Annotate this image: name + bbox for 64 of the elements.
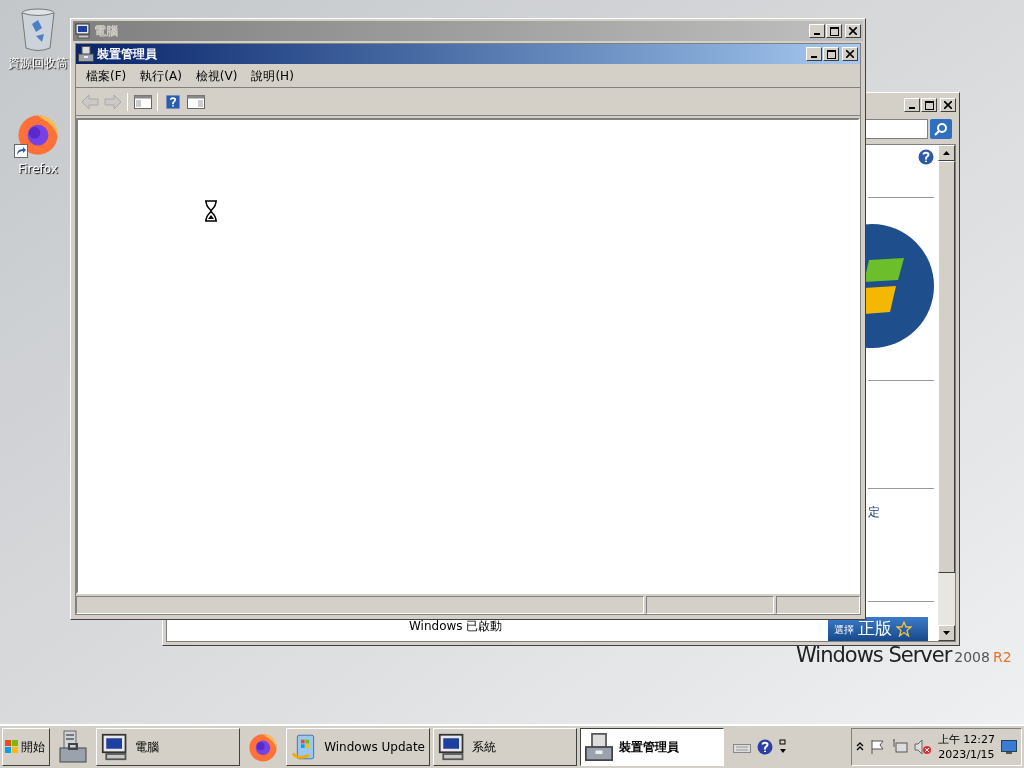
desktop-icon-label[interactable]: 資源回收筒 — [8, 54, 68, 72]
maximize-button[interactable] — [826, 24, 842, 38]
minimize-button[interactable] — [806, 47, 822, 61]
back-arrow-icon — [80, 93, 99, 110]
minimize-button[interactable] — [809, 24, 825, 38]
server-toolbox-icon — [58, 730, 88, 764]
muted-speaker-icon[interactable] — [913, 739, 932, 755]
toolbox-icon — [585, 733, 613, 761]
window-title: 電腦 — [94, 23, 119, 40]
search-button[interactable] — [930, 119, 952, 139]
activation-status: Windows 已啟動 — [409, 618, 504, 635]
menu-item[interactable]: 說明(H) — [245, 66, 300, 85]
help-icon[interactable] — [918, 149, 934, 165]
windows-flag-icon — [5, 740, 19, 754]
taskbar-button[interactable]: Windows Update — [286, 728, 430, 766]
taskbar-button[interactable]: 系統 — [433, 728, 577, 766]
clock-time[interactable]: 上午 12:27 — [937, 732, 995, 747]
close-icon — [849, 27, 857, 35]
firefox-icon — [247, 731, 279, 763]
search-icon — [934, 122, 948, 136]
close-button[interactable] — [940, 98, 956, 112]
action-pane-icon — [186, 93, 205, 110]
computer-icon — [101, 733, 129, 761]
genuine-button[interactable]: 選擇 正版 — [828, 617, 928, 641]
keyboard-icon[interactable] — [733, 741, 751, 753]
menu-item[interactable]: 執行(A) — [134, 66, 188, 85]
clock-date[interactable]: 2023/1/15 — [938, 747, 995, 762]
computer-icon — [438, 733, 466, 761]
minimize-button[interactable] — [904, 98, 920, 112]
show-desktop-icon[interactable] — [1001, 740, 1017, 754]
close-icon — [944, 101, 952, 109]
tree-pane-icon — [133, 93, 152, 110]
restore-icon[interactable] — [779, 739, 787, 755]
star-icon — [896, 621, 912, 637]
close-button[interactable] — [842, 47, 858, 61]
os-logo: Windows Server 2008 R2 — [796, 642, 1012, 669]
taskbar-button[interactable]: 電腦 — [96, 728, 240, 766]
text-fragment: 定 — [868, 504, 880, 521]
chevron-up-icon[interactable] — [855, 742, 864, 752]
menu-item[interactable]: 檔案(F) — [80, 66, 133, 85]
help-icon[interactable] — [757, 739, 773, 755]
recycle-bin-icon — [20, 8, 56, 52]
scrollbar[interactable] — [938, 145, 955, 641]
down-arrow-icon — [943, 631, 950, 635]
taskbar-button[interactable]: 裝置管理員 — [580, 728, 724, 766]
shortcut-arrow-icon — [14, 144, 28, 158]
flag-icon[interactable] — [869, 739, 886, 755]
start-button[interactable]: 開始 — [2, 728, 50, 766]
maximize-button[interactable] — [921, 98, 937, 112]
menu-item[interactable]: 檢視(V) — [189, 66, 244, 85]
close-icon — [846, 50, 854, 58]
close-button[interactable] — [845, 24, 861, 38]
maximize-icon — [829, 26, 839, 36]
computer-icon — [75, 23, 91, 39]
maximize-icon — [826, 49, 836, 59]
maximize-icon — [924, 100, 934, 110]
network-icon[interactable] — [891, 739, 908, 755]
maximize-button[interactable] — [823, 47, 839, 61]
up-arrow-icon — [943, 151, 950, 155]
toolbox-icon — [78, 46, 94, 62]
search-field[interactable] — [864, 119, 928, 139]
help-icon — [165, 93, 180, 110]
window-title: 裝置管理員 — [97, 46, 158, 63]
forward-arrow-icon — [103, 93, 122, 110]
